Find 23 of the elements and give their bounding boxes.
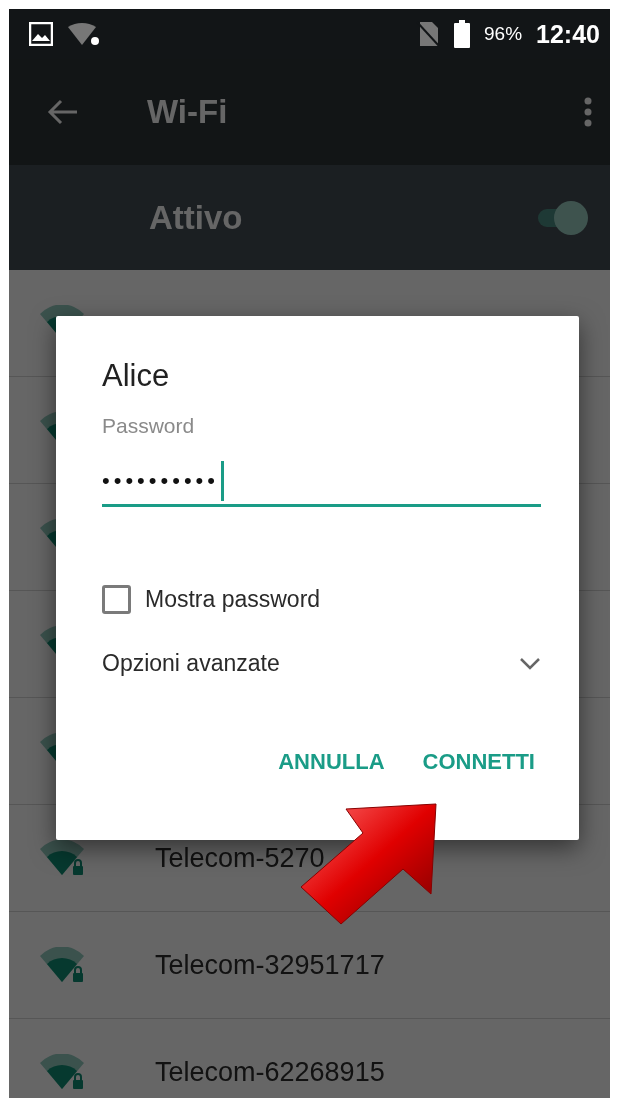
network-name[interactable]: Telecom-5270: [155, 842, 325, 874]
back-arrow-icon[interactable]: [47, 98, 79, 126]
wifi-question-icon: [67, 21, 101, 47]
field-label: Password: [102, 414, 196, 438]
network-name[interactable]: Telecom-32951717: [155, 949, 385, 981]
clock: 12:40: [536, 19, 600, 49]
toggle-switch[interactable]: [538, 200, 588, 235]
checkbox[interactable]: [102, 585, 131, 614]
chevron-icon[interactable]: [519, 656, 541, 671]
dialog-button[interactable]: CONNETTI: [416, 741, 541, 783]
checkbox-label: Mostra password: [145, 586, 321, 613]
toggle-label: Attivo: [149, 198, 244, 237]
image-icon: [29, 22, 53, 46]
dialog-button[interactable]: ANNULLA: [272, 741, 391, 783]
dialog-title: Alice: [102, 358, 171, 394]
network-name[interactable]: Telecom-62268915: [155, 1056, 385, 1088]
wifi-toggle-row[interactable]: Attivo: [9, 165, 610, 270]
more-menu-icon[interactable]: [584, 97, 592, 127]
battery-icon: [454, 20, 470, 48]
password-field[interactable]: ••••••••••: [102, 458, 541, 507]
screen-title: Wi-Fi: [147, 93, 229, 131]
advanced-options-label[interactable]: Opzioni avanzate: [102, 650, 280, 677]
battery-percent: 96%: [484, 23, 523, 45]
